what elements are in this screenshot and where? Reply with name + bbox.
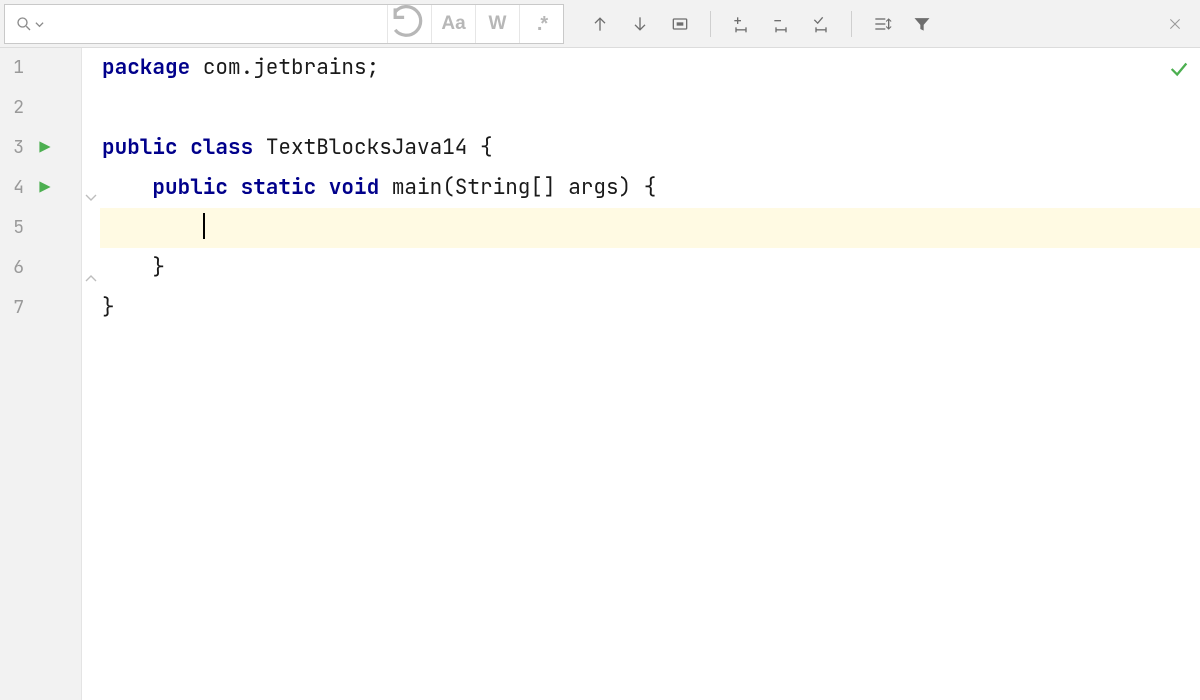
gutter-row: 3 (0, 128, 81, 168)
keyword-token: public static void (152, 174, 391, 201)
analysis-ok-icon (1168, 54, 1190, 94)
search-field-wrap: Aa W .* (4, 4, 564, 44)
gutter-row: 4 (0, 168, 81, 208)
code-line[interactable] (100, 208, 1200, 248)
code-line[interactable]: } (100, 248, 1200, 288)
gutter-row: 5 (0, 208, 81, 248)
toolbar-separator (710, 11, 711, 37)
close-find-bar-button[interactable] (1160, 9, 1190, 39)
gutter-row: 6 (0, 248, 81, 288)
code-token (102, 214, 203, 241)
search-icon[interactable] (5, 15, 50, 33)
keyword-token: public class (102, 134, 266, 161)
code-token: TextBlocksJava14 { (266, 134, 493, 161)
code-line[interactable]: public static void main(String[] args) { (100, 168, 1200, 208)
gutter: 1234567 (0, 48, 82, 700)
code-area[interactable]: package com.jetbrains; public class TextB… (100, 48, 1200, 700)
gutter-row: 2 (0, 88, 81, 128)
find-toolbar: Aa W .* (0, 0, 1200, 48)
line-number: 4 (0, 168, 28, 208)
code-line[interactable]: public class TextBlocksJava14 { (100, 128, 1200, 168)
code-token: main(String[] args) { (392, 174, 657, 201)
remove-selection-button[interactable] (763, 6, 799, 42)
fold-open-icon[interactable] (84, 180, 98, 220)
line-number: 7 (0, 288, 28, 328)
find-in-selection-button[interactable] (864, 6, 900, 42)
gutter-row: 1 (0, 48, 81, 88)
search-input[interactable] (50, 5, 387, 43)
regex-toggle[interactable]: .* (519, 5, 563, 43)
line-number: 2 (0, 88, 28, 128)
code-editor[interactable]: 1234567 package com.jetbrains; public cla… (0, 48, 1200, 700)
text-caret (203, 213, 205, 239)
keyword-token: package (102, 54, 203, 81)
code-token: com.jetbrains; (203, 54, 379, 81)
search-history-icon[interactable] (387, 5, 431, 43)
code-token (102, 174, 152, 201)
run-gutter-icon[interactable] (38, 168, 52, 208)
line-number: 3 (0, 128, 28, 168)
line-number: 6 (0, 248, 28, 288)
code-line[interactable]: package com.jetbrains; (100, 48, 1200, 88)
select-all-button[interactable] (662, 6, 698, 42)
run-gutter-icon[interactable] (38, 128, 52, 168)
prev-occurrence-button[interactable] (582, 6, 618, 42)
next-occurrence-button[interactable] (622, 6, 658, 42)
code-token: } (102, 254, 165, 281)
code-line[interactable]: } (100, 288, 1200, 328)
toolbar-separator (851, 11, 852, 37)
filter-button[interactable] (904, 6, 940, 42)
select-occurrences-button[interactable] (803, 6, 839, 42)
code-token: } (102, 294, 115, 321)
toolbar-actions (564, 0, 1200, 47)
match-case-toggle[interactable]: Aa (431, 5, 475, 43)
gutter-row: 7 (0, 288, 81, 328)
line-number: 1 (0, 48, 28, 88)
line-number: 5 (0, 208, 28, 248)
fold-column (82, 48, 100, 700)
add-selection-button[interactable] (723, 6, 759, 42)
whole-words-toggle[interactable]: W (475, 5, 519, 43)
code-line[interactable] (100, 88, 1200, 128)
search-options: Aa W .* (387, 5, 563, 43)
fold-close-icon[interactable] (84, 260, 98, 300)
